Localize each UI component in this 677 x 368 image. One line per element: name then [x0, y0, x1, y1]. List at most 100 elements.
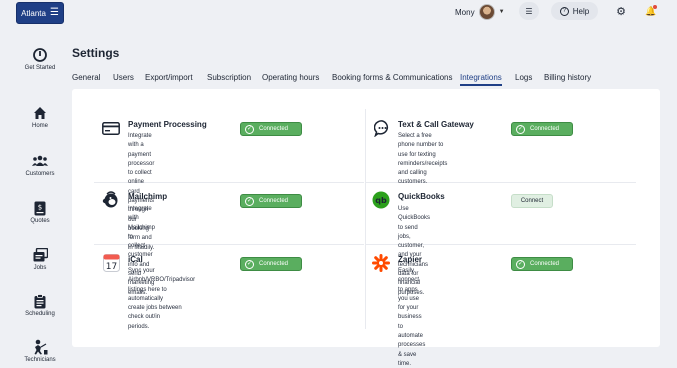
- power-icon: [32, 47, 48, 63]
- description-line: Easily connect to apps you use: [398, 268, 420, 302]
- description-line: create jobs between check out/in: [128, 305, 182, 321]
- description-line: for your business to automate: [398, 305, 424, 340]
- tab-operating-hours[interactable]: Operating hours: [262, 73, 319, 82]
- check-icon: ✓: [245, 124, 254, 134]
- sidebar-item-label: Customers: [25, 171, 55, 177]
- zapier-icon: [372, 254, 390, 272]
- integration-title: iCal: [128, 255, 143, 264]
- users-icon: [32, 153, 48, 169]
- sidebar-item-jobs[interactable]: Jobs: [0, 247, 80, 271]
- help-button[interactable]: ? Help: [551, 2, 598, 20]
- sidebar-item-label: Home: [31, 123, 48, 129]
- description-line: processes & save time.: [398, 342, 426, 367]
- sidebar-item-label: Get Started: [24, 65, 56, 71]
- home-icon: [32, 105, 48, 121]
- menu-icon: ☰: [49, 7, 59, 18]
- tab-billing-history[interactable]: Billing history: [544, 73, 591, 82]
- help-label: Help: [572, 6, 590, 16]
- question-icon: ?: [559, 6, 569, 16]
- integration-title: Zapier: [398, 255, 423, 264]
- settings-button[interactable]: ⚙: [612, 2, 630, 20]
- avatar: [478, 4, 495, 20]
- description-line: and calling customers.: [398, 170, 428, 186]
- description-line: listings here to automatically: [128, 286, 167, 302]
- sidebar-item-label: Quotes: [30, 218, 50, 224]
- mailchimp-icon: [102, 191, 120, 209]
- sidebar-item-technicians[interactable]: Technicians: [0, 339, 80, 363]
- quickbooks-icon: qb: [372, 191, 390, 209]
- description-line: Select a free phone number to: [398, 133, 444, 149]
- tab-subscription[interactable]: Subscription: [207, 73, 251, 82]
- task-list-button[interactable]: ☰: [519, 2, 539, 20]
- connected-status-button[interactable]: ✓ Connected: [511, 122, 573, 136]
- check-icon: ✓: [245, 196, 254, 206]
- check-icon: ✓: [516, 124, 525, 134]
- status-label: Connected: [259, 126, 289, 132]
- connect-button[interactable]: Connect: [511, 194, 553, 208]
- chat-bubble-icon: [373, 119, 391, 137]
- integration-title: Text & Call Gateway: [398, 120, 474, 129]
- gear-icon: ⚙: [616, 5, 626, 18]
- connected-status-button[interactable]: ✓ Connected: [240, 257, 302, 271]
- sidebar-item-label: Scheduling: [25, 311, 55, 317]
- status-label: Connected: [259, 261, 289, 267]
- description-line: Use QuickBooks to send jobs,: [398, 206, 431, 240]
- tab-general[interactable]: General: [72, 73, 100, 82]
- jobs-icon: [32, 247, 48, 263]
- connected-status-button[interactable]: ✓ Connected: [240, 122, 302, 136]
- description-line: Airbnb/VRBO/Tripadvisor: [128, 277, 196, 284]
- user-name: Mony: [455, 7, 475, 17]
- column-divider: [365, 109, 366, 329]
- description-line: Integrate with a payment: [128, 133, 152, 158]
- sidebar-item-get-started[interactable]: Get Started: [0, 47, 80, 71]
- calendar-day: 17: [105, 262, 116, 272]
- description-line: Integrate with Mailchimp to: [128, 206, 156, 240]
- integration-description: Easily connect to apps you use for your …: [398, 267, 425, 368]
- user-menu[interactable]: Mony ▼: [455, 3, 505, 21]
- technician-icon: [32, 339, 48, 355]
- check-icon: ✓: [245, 259, 254, 269]
- svg-text:qb: qb: [375, 196, 387, 205]
- integration-title: Payment Processing: [128, 120, 207, 129]
- status-label: Connected: [530, 261, 560, 267]
- notification-badge: [653, 5, 657, 9]
- chevron-down-icon: ▼: [498, 9, 505, 15]
- sidebar-item-home[interactable]: Home: [0, 105, 80, 129]
- dollar-document-icon: $: [32, 200, 48, 216]
- tab-logs[interactable]: Logs: [515, 73, 532, 82]
- status-label: Connected: [530, 126, 560, 132]
- sidebar-item-label: Technicians: [24, 357, 56, 363]
- tab-users[interactable]: Users: [113, 73, 134, 82]
- list-icon: ☰: [525, 6, 533, 16]
- integration-title: QuickBooks: [398, 192, 445, 201]
- integration-description: Select a free phone number to use for te…: [398, 132, 447, 188]
- sidebar-item-quotes[interactable]: $ Quotes: [0, 200, 80, 224]
- connected-status-button[interactable]: ✓ Connected: [511, 257, 573, 271]
- integrations-panel: Payment Processing Integrate with a paym…: [72, 89, 660, 367]
- integration-title: Mailchimp: [128, 192, 168, 201]
- sidebar-item-label: Jobs: [33, 265, 47, 271]
- status-label: Connected: [259, 198, 289, 204]
- location-label: Atlanta: [21, 8, 46, 18]
- tab-export-import[interactable]: Export/import: [145, 73, 193, 82]
- sidebar-item-scheduling[interactable]: Scheduling: [0, 293, 80, 317]
- top-bar: Atlanta ☰ Mony ▼ ☰ ? Help ⚙ 🔔: [0, 0, 677, 25]
- description-line: periods.: [128, 323, 150, 330]
- location-switcher-button[interactable]: Atlanta ☰: [16, 2, 64, 24]
- notifications-button[interactable]: 🔔: [644, 2, 658, 20]
- status-label: Connect: [520, 198, 544, 204]
- description-line: Sync your: [128, 268, 155, 274]
- sidebar-item-customers[interactable]: Customers: [0, 153, 80, 177]
- page-title: Settings: [72, 46, 120, 60]
- clipboard-icon: [32, 293, 48, 309]
- description-line: use for texting reminders/receipts: [398, 151, 448, 167]
- sidebar: Get Started Home Customers $ Quotes Jobs…: [0, 25, 80, 368]
- credit-card-icon: [102, 119, 120, 137]
- tab-booking-forms[interactable]: Booking forms & Communications: [332, 73, 453, 82]
- integration-description: Sync your Airbnb/VRBO/Tripadvisor listin…: [128, 267, 195, 332]
- check-icon: ✓: [516, 259, 525, 269]
- tab-integrations[interactable]: Integrations: [460, 73, 502, 86]
- svg-text:$: $: [38, 203, 42, 211]
- connected-status-button[interactable]: ✓ Connected: [240, 194, 302, 208]
- calendar-icon: 17: [102, 254, 120, 272]
